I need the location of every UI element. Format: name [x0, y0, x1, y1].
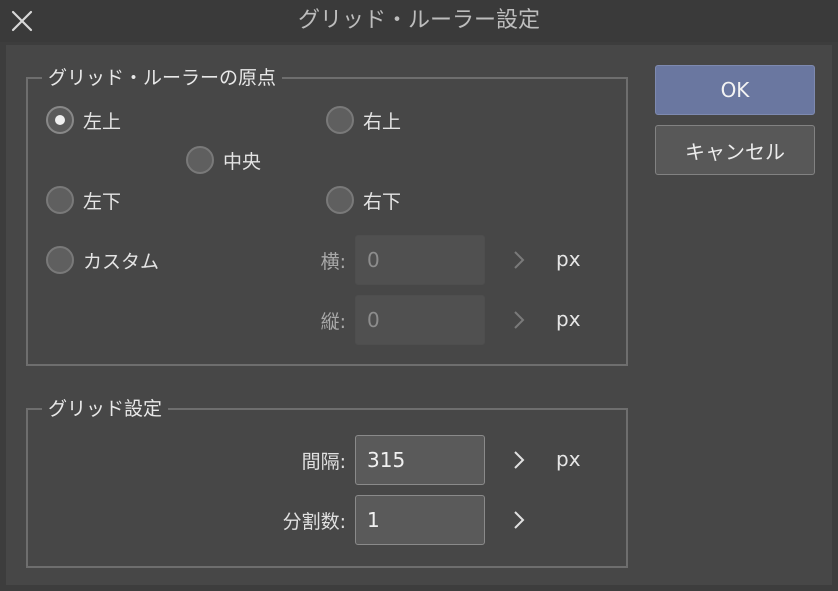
- radio-label: 左上: [83, 110, 122, 133]
- chevron-right-icon[interactable]: [512, 509, 526, 531]
- radio-label: 右下: [363, 190, 402, 213]
- interval-input[interactable]: 315: [355, 435, 485, 485]
- grid-group: グリッド設定: [26, 398, 628, 568]
- vertical-label: 縦:: [320, 311, 346, 333]
- radio-dot[interactable]: [186, 146, 214, 174]
- radio-custom[interactable]: カスタム: [46, 246, 159, 274]
- grid-group-legend: グリッド設定: [48, 398, 163, 420]
- chevron-right-icon[interactable]: [512, 449, 526, 471]
- radio-bottom-left[interactable]: 左下: [46, 186, 121, 214]
- ok-button[interactable]: OK: [655, 65, 815, 115]
- horizontal-unit: px: [556, 247, 581, 271]
- divisions-label: 分割数:: [282, 511, 346, 533]
- radio-dot[interactable]: [46, 246, 74, 274]
- radio-top-left[interactable]: 左上: [46, 106, 121, 134]
- radio-top-right[interactable]: 右上: [326, 106, 401, 134]
- radio-dot[interactable]: [46, 186, 74, 214]
- dialog-body: グリッド・ルーラーの原点 左上 右上 中央 左下 右下 カスタム 横: 0 px…: [6, 45, 832, 585]
- radio-label: 右上: [363, 110, 402, 133]
- interval-label: 間隔:: [301, 451, 346, 473]
- vertical-input[interactable]: 0: [355, 295, 485, 345]
- horizontal-label: 横:: [320, 251, 346, 273]
- radio-label: 中央: [223, 150, 262, 173]
- window-title: グリッド・ルーラー設定: [297, 8, 540, 33]
- origin-group-legend: グリッド・ルーラーの原点: [48, 67, 277, 89]
- radio-center[interactable]: 中央: [186, 146, 261, 174]
- chevron-right-icon[interactable]: [512, 249, 526, 271]
- title-bar: グリッド・ルーラー設定: [0, 0, 838, 42]
- radio-bottom-right[interactable]: 右下: [326, 186, 401, 214]
- divisions-input[interactable]: 1: [355, 495, 485, 545]
- radio-label: カスタム: [83, 250, 160, 273]
- cancel-button[interactable]: キャンセル: [655, 125, 815, 175]
- radio-dot[interactable]: [326, 186, 354, 214]
- interval-unit: px: [556, 447, 581, 471]
- radio-dot[interactable]: [326, 106, 354, 134]
- chevron-right-icon[interactable]: [512, 309, 526, 331]
- vertical-unit: px: [556, 307, 581, 331]
- horizontal-input[interactable]: 0: [355, 235, 485, 285]
- radio-label: 左下: [83, 190, 122, 213]
- radio-dot[interactable]: [46, 106, 74, 134]
